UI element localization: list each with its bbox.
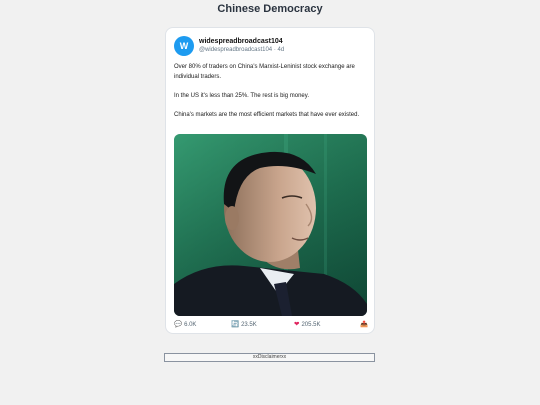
handle-line: @widespreadbroadcast104 · 4d: [199, 47, 284, 53]
display-name[interactable]: widespreadbroadcast104: [199, 38, 283, 45]
disclaimer-bar: xxDisclaimerxx: [164, 353, 375, 362]
avatar[interactable]: W: [174, 36, 194, 56]
tweet-paragraph: In the US it's less than 25%. The rest i…: [174, 92, 309, 99]
speech-bubble-icon: 💬: [174, 321, 183, 328]
retweet-button[interactable]: 🔄 23.5K: [231, 320, 257, 328]
tweet-photo[interactable]: [174, 134, 367, 316]
tweet-paragraph: Over 80% of traders on China's Marxist-L…: [174, 64, 355, 80]
page-title: Chinese Democracy: [217, 3, 323, 15]
tweet-card[interactable]: W widespreadbroadcast104 @widespreadbroa…: [165, 27, 375, 334]
retweet-icon: 🔄: [231, 321, 240, 328]
tweet-actions: 💬 6.0K 🔄 23.5K ❤ 205.5K 📤: [174, 320, 368, 330]
like-count: 205.5K: [301, 322, 321, 328]
retweet-count: 23.5K: [241, 322, 257, 328]
like-button[interactable]: ❤ 205.5K: [294, 320, 320, 328]
tweet-paragraph: China's markets are the most efficient m…: [174, 111, 360, 118]
separator: ·: [273, 47, 276, 53]
reply-button[interactable]: 💬 6.0K: [174, 320, 196, 328]
share-button[interactable]: 📤: [360, 320, 370, 328]
share-icon: 📤: [360, 321, 369, 328]
reply-count: 6.0K: [184, 322, 197, 328]
tweet-text: Over 80% of traders on China's Marxist-L…: [174, 63, 368, 130]
portrait-illustration: [174, 134, 367, 316]
timestamp[interactable]: 4d: [277, 47, 284, 53]
heart-icon: ❤: [294, 321, 300, 328]
handle[interactable]: @widespreadbroadcast104: [199, 47, 272, 53]
